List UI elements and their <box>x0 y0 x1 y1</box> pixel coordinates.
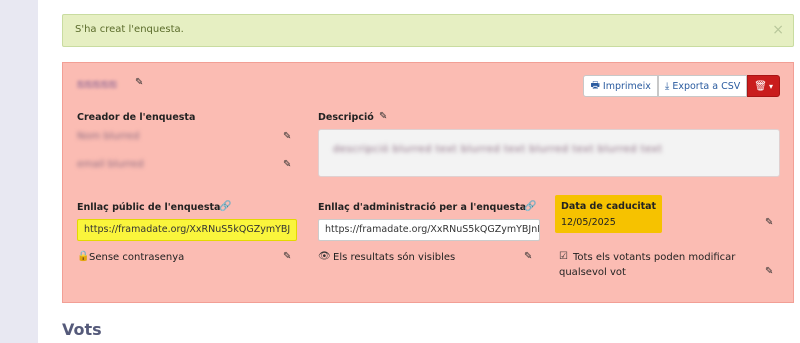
votes-heading: Vots <box>62 320 102 339</box>
left-sidebar <box>0 0 38 343</box>
edit-description-pencil-icon[interactable]: ✎ <box>379 111 387 122</box>
description-text: descripció blurred text blurred text blu… <box>333 144 663 155</box>
export-button-label: Exporta a CSV <box>672 80 741 92</box>
lock-icon: 🔒 <box>77 251 90 262</box>
admin-link-field[interactable]: https://framadate.org/XxRNuS5kQGZymYBJnR… <box>318 219 540 241</box>
votes-edit-line2: qualsevol vot <box>559 267 626 278</box>
expiry-date: 12/05/2025 <box>561 217 616 228</box>
creator-label: Creador de l'enquesta <box>77 112 196 123</box>
poll-toolbar: 🖶 Imprimeix ⤓ Exporta a CSV 🗑 ▾ <box>583 75 780 97</box>
edit-expiry-pencil-icon[interactable]: ✎ <box>765 217 773 228</box>
edit-results-pencil-icon[interactable]: ✎ <box>524 251 532 262</box>
public-link-label: Enllaç públic de l'enquesta <box>77 202 221 213</box>
download-icon: ⤓ <box>664 80 670 92</box>
edit-creator-email-pencil-icon[interactable]: ✎ <box>283 159 291 170</box>
print-button-label: Imprimeix <box>602 80 651 92</box>
password-status: Sense contrasenya <box>89 252 185 263</box>
expiry-date-box: Data de caducitat 12/05/2025 <box>555 195 662 233</box>
public-link-field[interactable]: https://framadate.org/XxRNuS5kQGZymYBJ <box>77 219 297 241</box>
edit-title-pencil-icon[interactable]: ✎ <box>135 77 143 88</box>
edit-creator-name-pencil-icon[interactable]: ✎ <box>283 131 291 142</box>
poll-title: ஐஐஐஐஐ <box>77 78 118 89</box>
admin-link-icon: 🔗 <box>524 201 537 212</box>
link-icon: 🔗 <box>219 201 232 212</box>
results-visibility: Els resultats són visibles <box>333 252 456 263</box>
expiry-label: Data de caducitat <box>561 201 657 212</box>
eye-icon: 👁 <box>318 251 331 262</box>
delete-dropdown-button[interactable]: 🗑 ▾ <box>747 75 780 97</box>
export-csv-button[interactable]: ⤓ Exporta a CSV <box>657 75 748 97</box>
printer-icon: 🖶 <box>590 79 600 91</box>
creator-name: Nom blurred <box>77 131 140 142</box>
close-icon[interactable]: × <box>772 22 784 38</box>
admin-link-label: Enllaç d'administració per a l'enquesta <box>318 202 527 213</box>
print-button[interactable]: 🖶 Imprimeix <box>583 75 658 97</box>
trash-icon: 🗑 <box>754 80 767 92</box>
edit-votes-pencil-icon[interactable]: ✎ <box>765 266 773 277</box>
edit-password-pencil-icon[interactable]: ✎ <box>283 251 291 262</box>
creator-email: email blurred <box>77 159 144 170</box>
success-alert: S'ha creat l'enquesta. × <box>62 14 794 47</box>
edit-square-icon: ☑ <box>559 251 568 262</box>
votes-edit-line1: Tots els votants poden modificar <box>573 252 736 263</box>
poll-panel: ஐஐஐஐஐ ✎ 🖶 Imprimeix ⤓ Exporta a CSV 🗑 ▾ … <box>62 62 794 303</box>
caret-down-icon: ▾ <box>768 81 773 91</box>
alert-message: S'ha creat l'enquesta. <box>75 24 184 35</box>
description-box: descripció blurred text blurred text blu… <box>318 129 780 177</box>
description-label: Descripció <box>318 112 374 123</box>
